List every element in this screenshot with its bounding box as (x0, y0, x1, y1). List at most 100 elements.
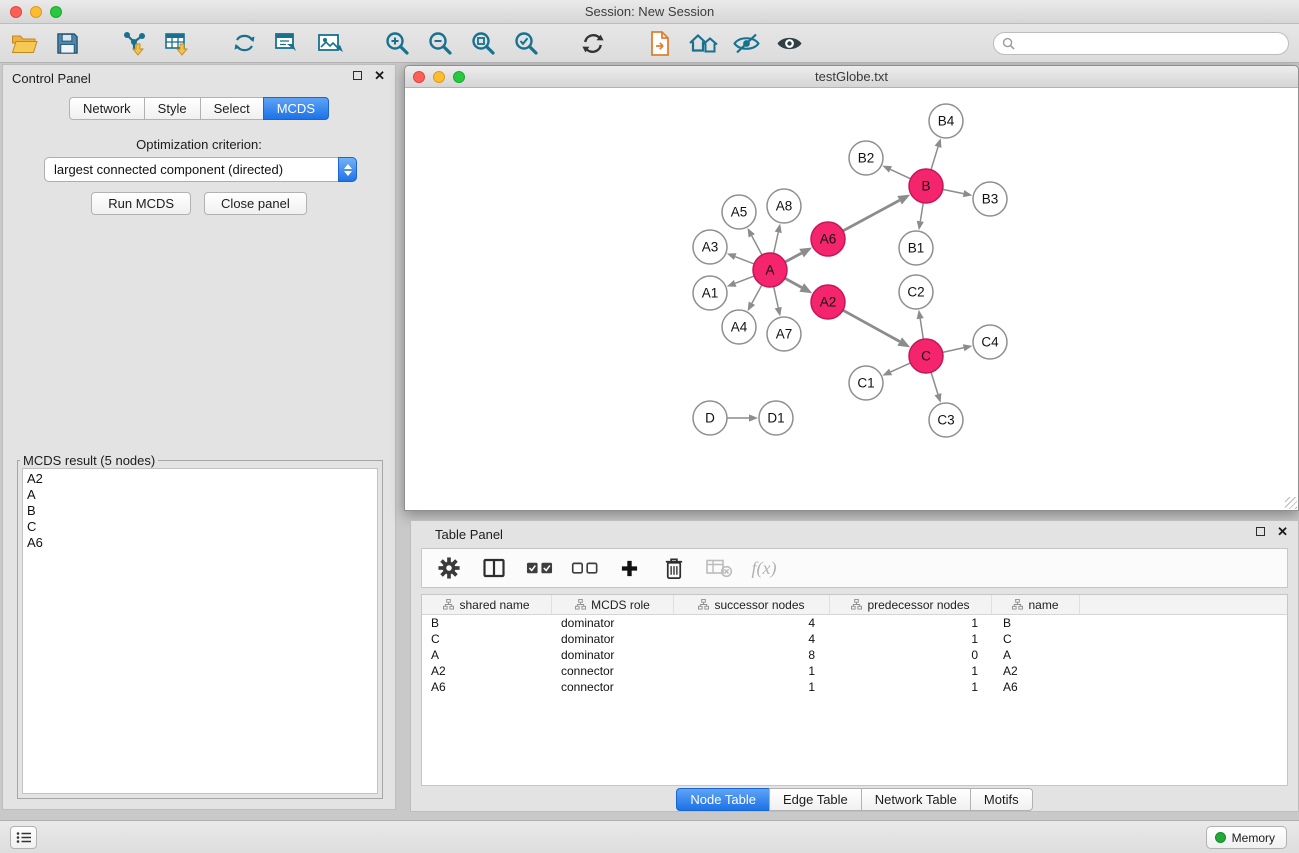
save-session-button[interactable] (51, 27, 83, 59)
add-column-button[interactable] (615, 553, 643, 583)
graph-edge-A-A5[interactable] (752, 236, 762, 255)
tab-motifs[interactable]: Motifs (970, 788, 1033, 811)
new-network-view-button[interactable] (271, 27, 303, 59)
graph-edge-B-B2[interactable] (890, 169, 910, 178)
zoom-window-button[interactable] (50, 6, 62, 18)
copy-document-button[interactable] (644, 27, 676, 59)
table-cell: A (992, 648, 1080, 662)
mcds-result-item[interactable]: A2 (27, 471, 373, 487)
table-row[interactable]: A2connector11A2 (422, 663, 1287, 679)
graph-edge-A-A2[interactable] (785, 278, 802, 287)
bird-eye-view-button[interactable] (773, 27, 805, 59)
delete-column-button[interactable] (660, 553, 688, 583)
minimize-window-button[interactable] (30, 6, 42, 18)
search-field[interactable] (993, 32, 1289, 55)
graph-edge-A-A1[interactable] (735, 276, 754, 283)
graph-edge-A2-C[interactable] (843, 310, 900, 341)
graph-edge-B-B1[interactable] (920, 203, 923, 222)
tab-node-table[interactable]: Node Table (676, 788, 770, 811)
mcds-result-item[interactable]: B (27, 503, 373, 519)
float-panel-icon[interactable] (353, 71, 362, 80)
network-window-titlebar[interactable]: testGlobe.txt (405, 66, 1298, 88)
open-file-button[interactable] (8, 27, 40, 59)
table-row[interactable]: Adominator80A (422, 647, 1287, 663)
column-header-successor-nodes[interactable]: successor nodes (674, 595, 830, 614)
graph-edge-A-A6[interactable] (785, 253, 802, 262)
graph-edge-arrow (882, 166, 892, 173)
table-row[interactable]: Bdominator41B (422, 615, 1287, 631)
graph-edge-C-C1[interactable] (891, 363, 911, 372)
deselect-all-button[interactable] (570, 553, 598, 583)
tab-mcds[interactable]: MCDS (263, 97, 329, 120)
graph-edge-C-C3[interactable] (931, 372, 938, 394)
zoom-fit-button[interactable] (467, 27, 499, 59)
mcds-result-item[interactable]: A6 (27, 535, 373, 551)
optimization-criterion-select[interactable]: largest connected component (directed) (44, 157, 357, 182)
graph-edge-B-B4[interactable] (931, 147, 938, 170)
home-views-button[interactable] (687, 27, 719, 59)
column-header-shared-name[interactable]: shared name (422, 595, 552, 614)
table-row[interactable]: A6connector11A6 (422, 679, 1287, 695)
tab-edge-table[interactable]: Edge Table (769, 788, 862, 811)
resize-grip[interactable] (1285, 497, 1297, 509)
export-image-button[interactable] (314, 27, 346, 59)
graph-edge-A6-B[interactable] (843, 200, 900, 231)
zoom-selected-icon (513, 30, 539, 56)
graph-node-label: A (765, 263, 774, 278)
close-table-panel-icon[interactable]: ✕ (1277, 527, 1288, 536)
table-cell: 4 (674, 632, 830, 646)
table-toolbar: f(x) (421, 548, 1288, 588)
zoom-selected-button[interactable] (510, 27, 542, 59)
zoom-in-button[interactable] (381, 27, 413, 59)
select-all-button[interactable] (525, 553, 553, 583)
network-close-button[interactable] (413, 71, 425, 83)
mcds-result-list[interactable]: A2ABCA6 (22, 468, 378, 794)
table-row[interactable]: Cdominator41C (422, 631, 1287, 647)
column-header-name[interactable]: name (992, 595, 1080, 614)
graph-edge-arrow (775, 307, 782, 317)
graph-edge-arrow (897, 337, 910, 347)
mcds-result-item[interactable]: A (27, 487, 373, 503)
network-zoom-button[interactable] (453, 71, 465, 83)
show-graphics-details-button[interactable] (730, 27, 762, 59)
graph-edge-C-C4[interactable] (943, 348, 964, 353)
close-window-button[interactable] (10, 6, 22, 18)
delete-table-button[interactable] (705, 553, 733, 583)
close-panel-button[interactable]: Close panel (204, 192, 307, 215)
tab-select[interactable]: Select (200, 97, 264, 120)
memory-button[interactable]: Memory (1206, 826, 1287, 849)
search-input[interactable] (1020, 37, 1280, 51)
network-canvas[interactable]: B4B2BB3A5A8A6B1A3AC2A1A2A4A7C4CC1C3DD1 (405, 88, 1298, 510)
control-panel-tabs: NetworkStyleSelectMCDS (3, 97, 395, 120)
tab-network-table[interactable]: Network Table (861, 788, 971, 811)
graph-edge-A-A3[interactable] (735, 257, 754, 264)
network-minimize-button[interactable] (433, 71, 445, 83)
control-panel-title: Control Panel (3, 71, 91, 86)
float-table-panel-icon[interactable] (1256, 527, 1265, 536)
graph-edge-A-A4[interactable] (752, 285, 762, 303)
share-network-button[interactable] (228, 27, 260, 59)
graph-edge-C-C2[interactable] (920, 319, 923, 340)
column-header-predecessor-nodes[interactable]: predecessor nodes (830, 595, 992, 614)
graph-edge-A-A8[interactable] (774, 232, 779, 253)
column-header-mcds-role[interactable]: MCDS role (552, 595, 674, 614)
refresh-button[interactable] (577, 27, 609, 59)
graph-edge-A-A7[interactable] (774, 287, 779, 308)
import-network-button[interactable] (118, 27, 150, 59)
run-mcds-button[interactable]: Run MCDS (91, 192, 191, 215)
zoom-out-button[interactable] (424, 27, 456, 59)
table-settings-button[interactable] (435, 553, 463, 583)
graph-edge-arrow (917, 310, 924, 319)
column-header-filler (1080, 595, 1287, 614)
mcds-result-item[interactable]: C (27, 519, 373, 535)
show-panels-button[interactable] (10, 826, 37, 849)
close-panel-icon[interactable]: ✕ (374, 71, 385, 80)
graph-node-label: C1 (857, 376, 874, 391)
show-columns-button[interactable] (480, 553, 508, 583)
graph-edge-B-B3[interactable] (943, 189, 964, 193)
function-builder-button[interactable]: f(x) (750, 553, 778, 583)
tab-network[interactable]: Network (69, 97, 145, 120)
import-table-button[interactable] (161, 27, 193, 59)
tab-style[interactable]: Style (144, 97, 201, 120)
node-table: shared nameMCDS rolesuccessor nodesprede… (421, 594, 1288, 786)
